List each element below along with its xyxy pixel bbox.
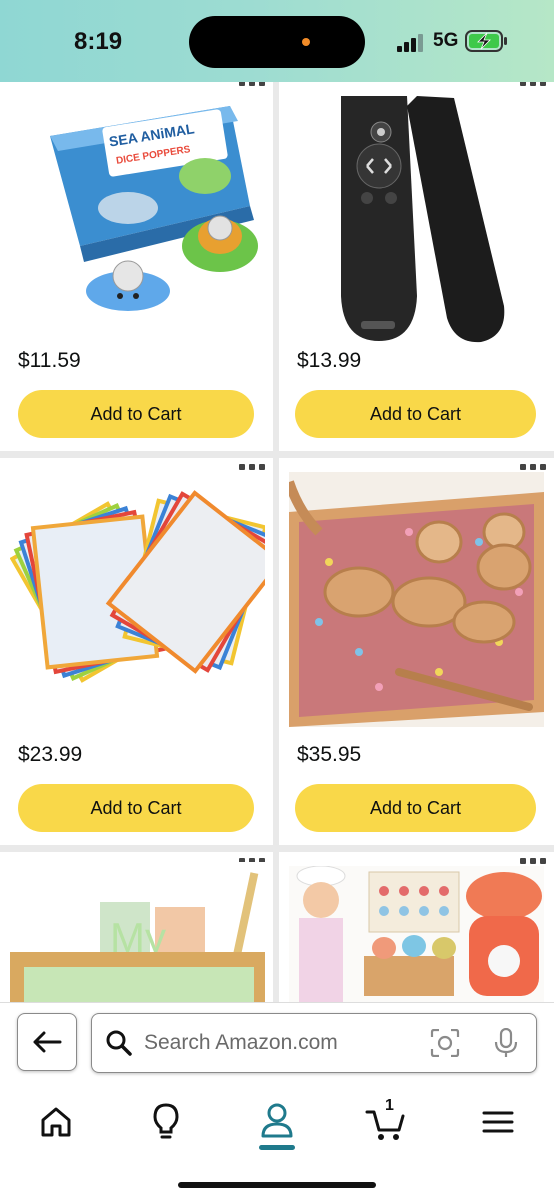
product-price: $23.99: [18, 743, 83, 766]
more-options-icon[interactable]: [520, 82, 546, 88]
product-card[interactable]: [279, 852, 554, 1002]
product-card[interactable]: $35.95 Add to Cart: [279, 458, 554, 845]
dynamic-island: [189, 16, 365, 68]
product-price: $11.59: [18, 349, 81, 372]
more-options-icon[interactable]: [520, 858, 546, 866]
bottom-search-bar: [0, 1002, 554, 1083]
add-to-cart-button[interactable]: Add to Cart: [295, 784, 536, 832]
lightbulb-icon: [153, 1103, 179, 1139]
arrow-left-icon: [33, 1031, 62, 1053]
magnifier-icon: [106, 1030, 132, 1056]
product-card[interactable]: $23.99 Add to Cart: [0, 458, 273, 845]
home-indicator[interactable]: [178, 1182, 376, 1188]
status-bar: 8:19 5G: [0, 0, 554, 82]
product-image-presentation-clicker[interactable]: [289, 96, 544, 346]
add-to-cart-button[interactable]: Add to Cart: [295, 390, 536, 438]
product-price: $13.99: [297, 349, 362, 372]
tab-home[interactable]: [34, 1100, 78, 1144]
more-options-icon[interactable]: [520, 464, 546, 472]
status-time: 8:19: [74, 28, 123, 55]
product-grid: SEA ANiMAL DICE POPPERS $11.59 Add to Ca…: [0, 82, 554, 1002]
person-icon: [259, 1103, 295, 1150]
add-to-cart-button[interactable]: Add to Cart: [18, 784, 254, 832]
network-type: 5G: [433, 30, 459, 51]
hamburger-menu-icon: [482, 1111, 514, 1133]
more-options-icon[interactable]: [239, 82, 265, 88]
search-input[interactable]: [144, 1030, 414, 1056]
more-options-icon[interactable]: [239, 464, 265, 472]
microphone-icon[interactable]: [494, 1028, 518, 1058]
battery-charging-icon: [465, 30, 507, 52]
search-field-container[interactable]: [91, 1013, 537, 1073]
product-card[interactable]: $13.99 Add to Cart: [279, 82, 554, 451]
tab-cart[interactable]: 1: [365, 1097, 409, 1144]
bottom-tab-bar: 1: [0, 1082, 554, 1200]
product-image-sand-writing-tray[interactable]: My: [10, 862, 265, 1002]
tab-menu[interactable]: [476, 1100, 520, 1144]
add-to-cart-button[interactable]: Add to Cart: [18, 390, 254, 438]
product-card[interactable]: My: [0, 852, 273, 1002]
tab-inspire[interactable]: [144, 1100, 188, 1144]
cellular-signal-icon: [397, 34, 423, 52]
back-button[interactable]: [17, 1013, 77, 1071]
product-price: $35.95: [297, 743, 362, 766]
camera-lens-icon[interactable]: [430, 1029, 460, 1057]
product-image-sea-animal-dice-poppers[interactable]: SEA ANiMAL DICE POPPERS: [10, 96, 265, 326]
product-image-wooden-sensory-bin[interactable]: [289, 472, 544, 727]
product-card[interactable]: SEA ANiMAL DICE POPPERS $11.59 Add to Ca…: [0, 82, 273, 451]
cart-count-badge: 1: [385, 1097, 394, 1114]
home-icon: [41, 1107, 71, 1137]
tab-profile[interactable]: [255, 1100, 299, 1150]
product-image-dry-erase-pockets[interactable]: [10, 472, 265, 712]
product-image-kids-ice-cream-toy[interactable]: [289, 866, 544, 1002]
privacy-indicator-dot: [302, 38, 310, 46]
